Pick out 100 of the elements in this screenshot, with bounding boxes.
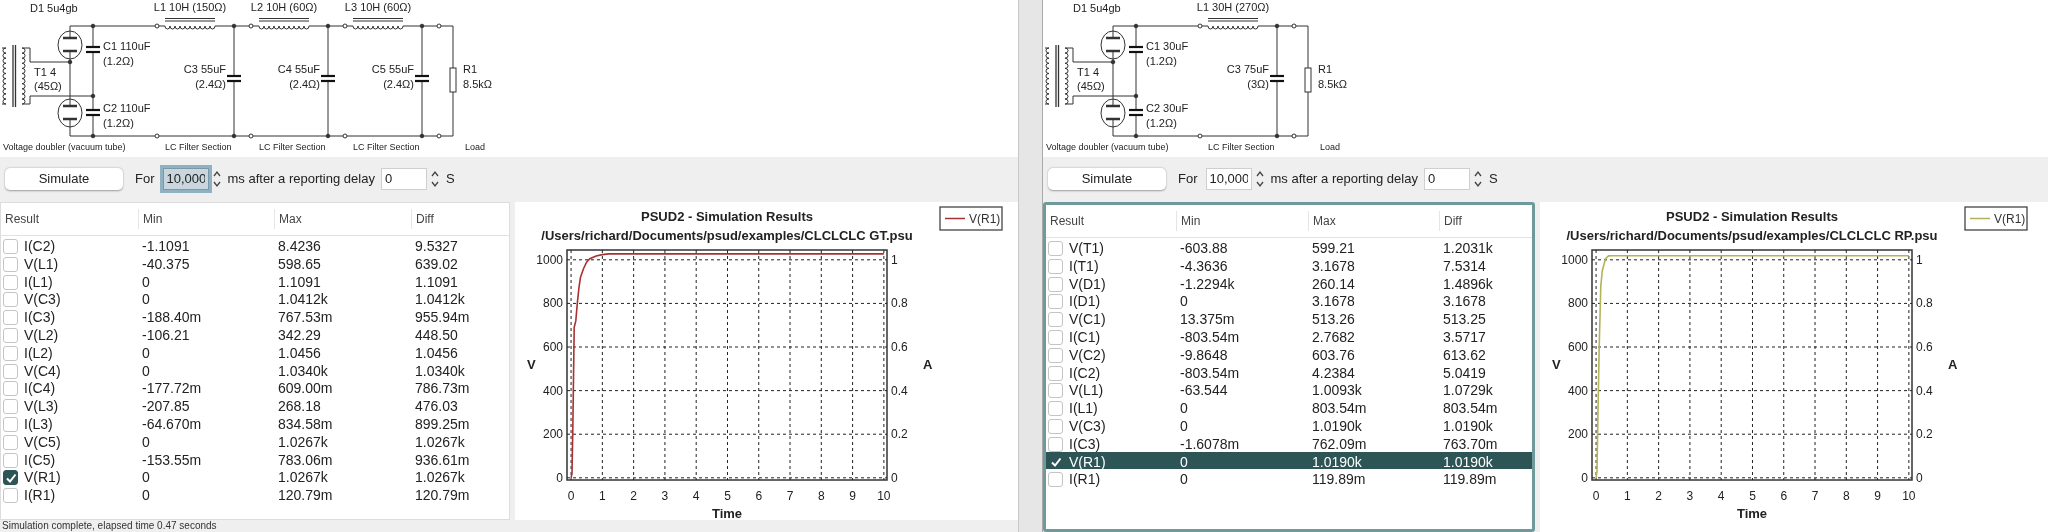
- table-row[interactable]: V(L1) -63.544 1.0093k 1.0729k: [1046, 380, 1532, 399]
- component-label: D1 5u4gb: [1073, 2, 1121, 14]
- vacuum-tube-icon: [1100, 98, 1126, 128]
- table-row[interactable]: I(T1) -4.3636 3.1678 7.5314: [1046, 255, 1532, 274]
- checkbox[interactable]: [3, 256, 18, 272]
- component-label: (1.2Ω): [1146, 55, 1177, 67]
- table-row[interactable]: V(C3) 0 1.0412k 1.0412k: [1, 289, 509, 308]
- simulate-button[interactable]: Simulate: [5, 167, 123, 190]
- table-cell-text: 342.29: [277, 326, 322, 345]
- table-row[interactable]: I(D1) 0 3.1678 3.1678: [1046, 291, 1532, 310]
- checkbox[interactable]: [3, 381, 18, 397]
- checkbox[interactable]: [1048, 418, 1063, 434]
- table-row[interactable]: V(C1) 13.375m 513.26 513.25: [1046, 309, 1532, 327]
- section-caption: Voltage doubler (vacuum tube): [1046, 142, 1169, 152]
- table-cell-text: V(D1): [1069, 274, 1106, 294]
- table-row[interactable]: I(C2) -1.1091 8.4236 9.5327: [1, 236, 509, 254]
- checkbox[interactable]: [3, 434, 18, 450]
- capacitor-icon: [1270, 74, 1284, 83]
- table-cell-text: 1.0412k: [414, 290, 466, 310]
- table-cell-text: 7.5314: [1442, 256, 1487, 276]
- column-header[interactable]: Min: [1176, 211, 1308, 231]
- checkbox[interactable]: [1048, 276, 1063, 292]
- axis-tick-label: 0: [1592, 489, 1600, 503]
- checkbox[interactable]: [1048, 330, 1063, 345]
- checkbox[interactable]: [1048, 258, 1063, 274]
- table-row[interactable]: V(R1) 0 1.0190k 1.0190k: [1046, 451, 1532, 470]
- table-row[interactable]: I(C3) -188.40m 767.53m 955.94m: [1, 307, 509, 325]
- table-row[interactable]: I(C4) -177.72m 609.00m 786.73m: [1, 378, 509, 397]
- table-cell-text: 448.50: [414, 326, 459, 345]
- table-cell-text: 0: [141, 468, 151, 488]
- table-row[interactable]: V(C4) 0 1.0340k 1.0340k: [1, 360, 509, 379]
- checkbox[interactable]: [1048, 347, 1063, 363]
- table-row[interactable]: I(C3) -1.6078m 762.09m 763.70m: [1046, 433, 1532, 452]
- table-row[interactable]: V(C2) -9.8648 603.76 613.62: [1046, 344, 1532, 363]
- results-table[interactable]: [1043, 202, 1535, 532]
- checkbox[interactable]: [3, 310, 18, 326]
- checkbox[interactable]: [3, 345, 18, 361]
- table-row[interactable]: I(L1) 0 1.1091 1.1091: [1, 271, 509, 290]
- simulate-button[interactable]: Simulate: [1048, 167, 1166, 190]
- column-header[interactable]: Diff: [1439, 211, 1532, 231]
- table-row[interactable]: I(C1) -803.54m 2.7682 3.5717: [1046, 327, 1532, 345]
- checkbox[interactable]: [1048, 365, 1063, 381]
- table-cell-text: 1.1091: [414, 272, 459, 292]
- checkbox[interactable]: [3, 452, 18, 468]
- checkbox[interactable]: [1048, 294, 1063, 310]
- table-row[interactable]: V(L3) -207.85 268.18 476.03: [1, 396, 509, 414]
- table-row[interactable]: I(R1) 0 120.79m 120.79m: [1, 485, 509, 503]
- checkbox[interactable]: [3, 488, 18, 504]
- table-cell-text: I(R1): [24, 486, 56, 506]
- checkbox[interactable]: [1048, 436, 1063, 452]
- table-cell-text: V(L2): [24, 326, 59, 345]
- column-header[interactable]: Min: [138, 209, 274, 229]
- table-cell-text: -40.375: [141, 254, 191, 274]
- column-header[interactable]: Diff: [411, 209, 509, 229]
- checkbox[interactable]: [1048, 383, 1063, 399]
- axis-tick-label: 0: [567, 489, 575, 503]
- capacitor-icon: [415, 74, 429, 83]
- axis-tick-label: 0: [891, 470, 898, 485]
- table-cell-text: V(C1): [1069, 310, 1106, 330]
- component-label: 8.5kΩ: [1318, 78, 1347, 90]
- table-row[interactable]: I(R1) 0 119.89m 119.89m: [1046, 469, 1532, 488]
- checkbox[interactable]: [3, 274, 18, 290]
- checkbox[interactable]: [1048, 312, 1063, 328]
- table-row[interactable]: I(C2) -803.54m 4.2384 5.0419: [1046, 362, 1532, 381]
- column-header[interactable]: Result: [1, 209, 138, 229]
- axis-tick-label: 0.4: [1916, 383, 1933, 398]
- table-row[interactable]: V(R1) 0 1.0267k 1.0267k: [1, 467, 509, 486]
- table-row[interactable]: I(C5) -153.55m 783.06m 936.61m: [1, 449, 509, 468]
- transformer-icon: [1044, 44, 1069, 108]
- table-cell-text: 1.0267k: [277, 468, 329, 488]
- checkbox[interactable]: [3, 292, 18, 308]
- table-row[interactable]: V(D1) -1.2294k 260.14 1.4896k: [1046, 273, 1532, 292]
- checkbox[interactable]: [1048, 241, 1063, 256]
- table-row[interactable]: V(L1) -40.375 598.65 639.02: [1, 253, 509, 272]
- table-row[interactable]: I(L1) 0 803.54m 803.54m: [1046, 398, 1532, 416]
- table-row[interactable]: V(C5) 0 1.0267k 1.0267k: [1, 431, 509, 450]
- checkbox[interactable]: [3, 470, 18, 486]
- table-cell-text: 260.14: [1311, 274, 1356, 294]
- checkbox[interactable]: [1048, 401, 1063, 417]
- vacuum-tube-icon: [1100, 30, 1126, 60]
- checkbox[interactable]: [3, 363, 18, 379]
- table-cell-text: -153.55m: [141, 450, 203, 470]
- checkbox[interactable]: [3, 416, 18, 432]
- table-row[interactable]: I(L2) 0 1.0456 1.0456: [1, 342, 509, 361]
- table-cell-text: 120.79m: [414, 486, 471, 506]
- axis-tick-label: 200: [1567, 427, 1588, 442]
- column-header[interactable]: Max: [1308, 211, 1439, 231]
- checkbox[interactable]: [3, 239, 18, 254]
- table-cell-text: -603.88: [1179, 239, 1229, 258]
- delay-field[interactable]: 0: [1423, 167, 1470, 190]
- column-header[interactable]: Result: [1046, 211, 1176, 231]
- checkbox[interactable]: [1048, 472, 1063, 488]
- delay-field[interactable]: 0: [380, 167, 427, 190]
- component-label: (3Ω): [1247, 78, 1269, 90]
- axis-tick-label: 0.2: [891, 427, 908, 442]
- column-header[interactable]: Max: [274, 209, 411, 229]
- checkbox[interactable]: [3, 328, 18, 343]
- table-row[interactable]: V(L2) -106.21 342.29 448.50: [1, 325, 509, 343]
- table-row[interactable]: V(T1) -603.88 599.21 1.2031k: [1046, 238, 1532, 256]
- checkbox[interactable]: [3, 399, 18, 415]
